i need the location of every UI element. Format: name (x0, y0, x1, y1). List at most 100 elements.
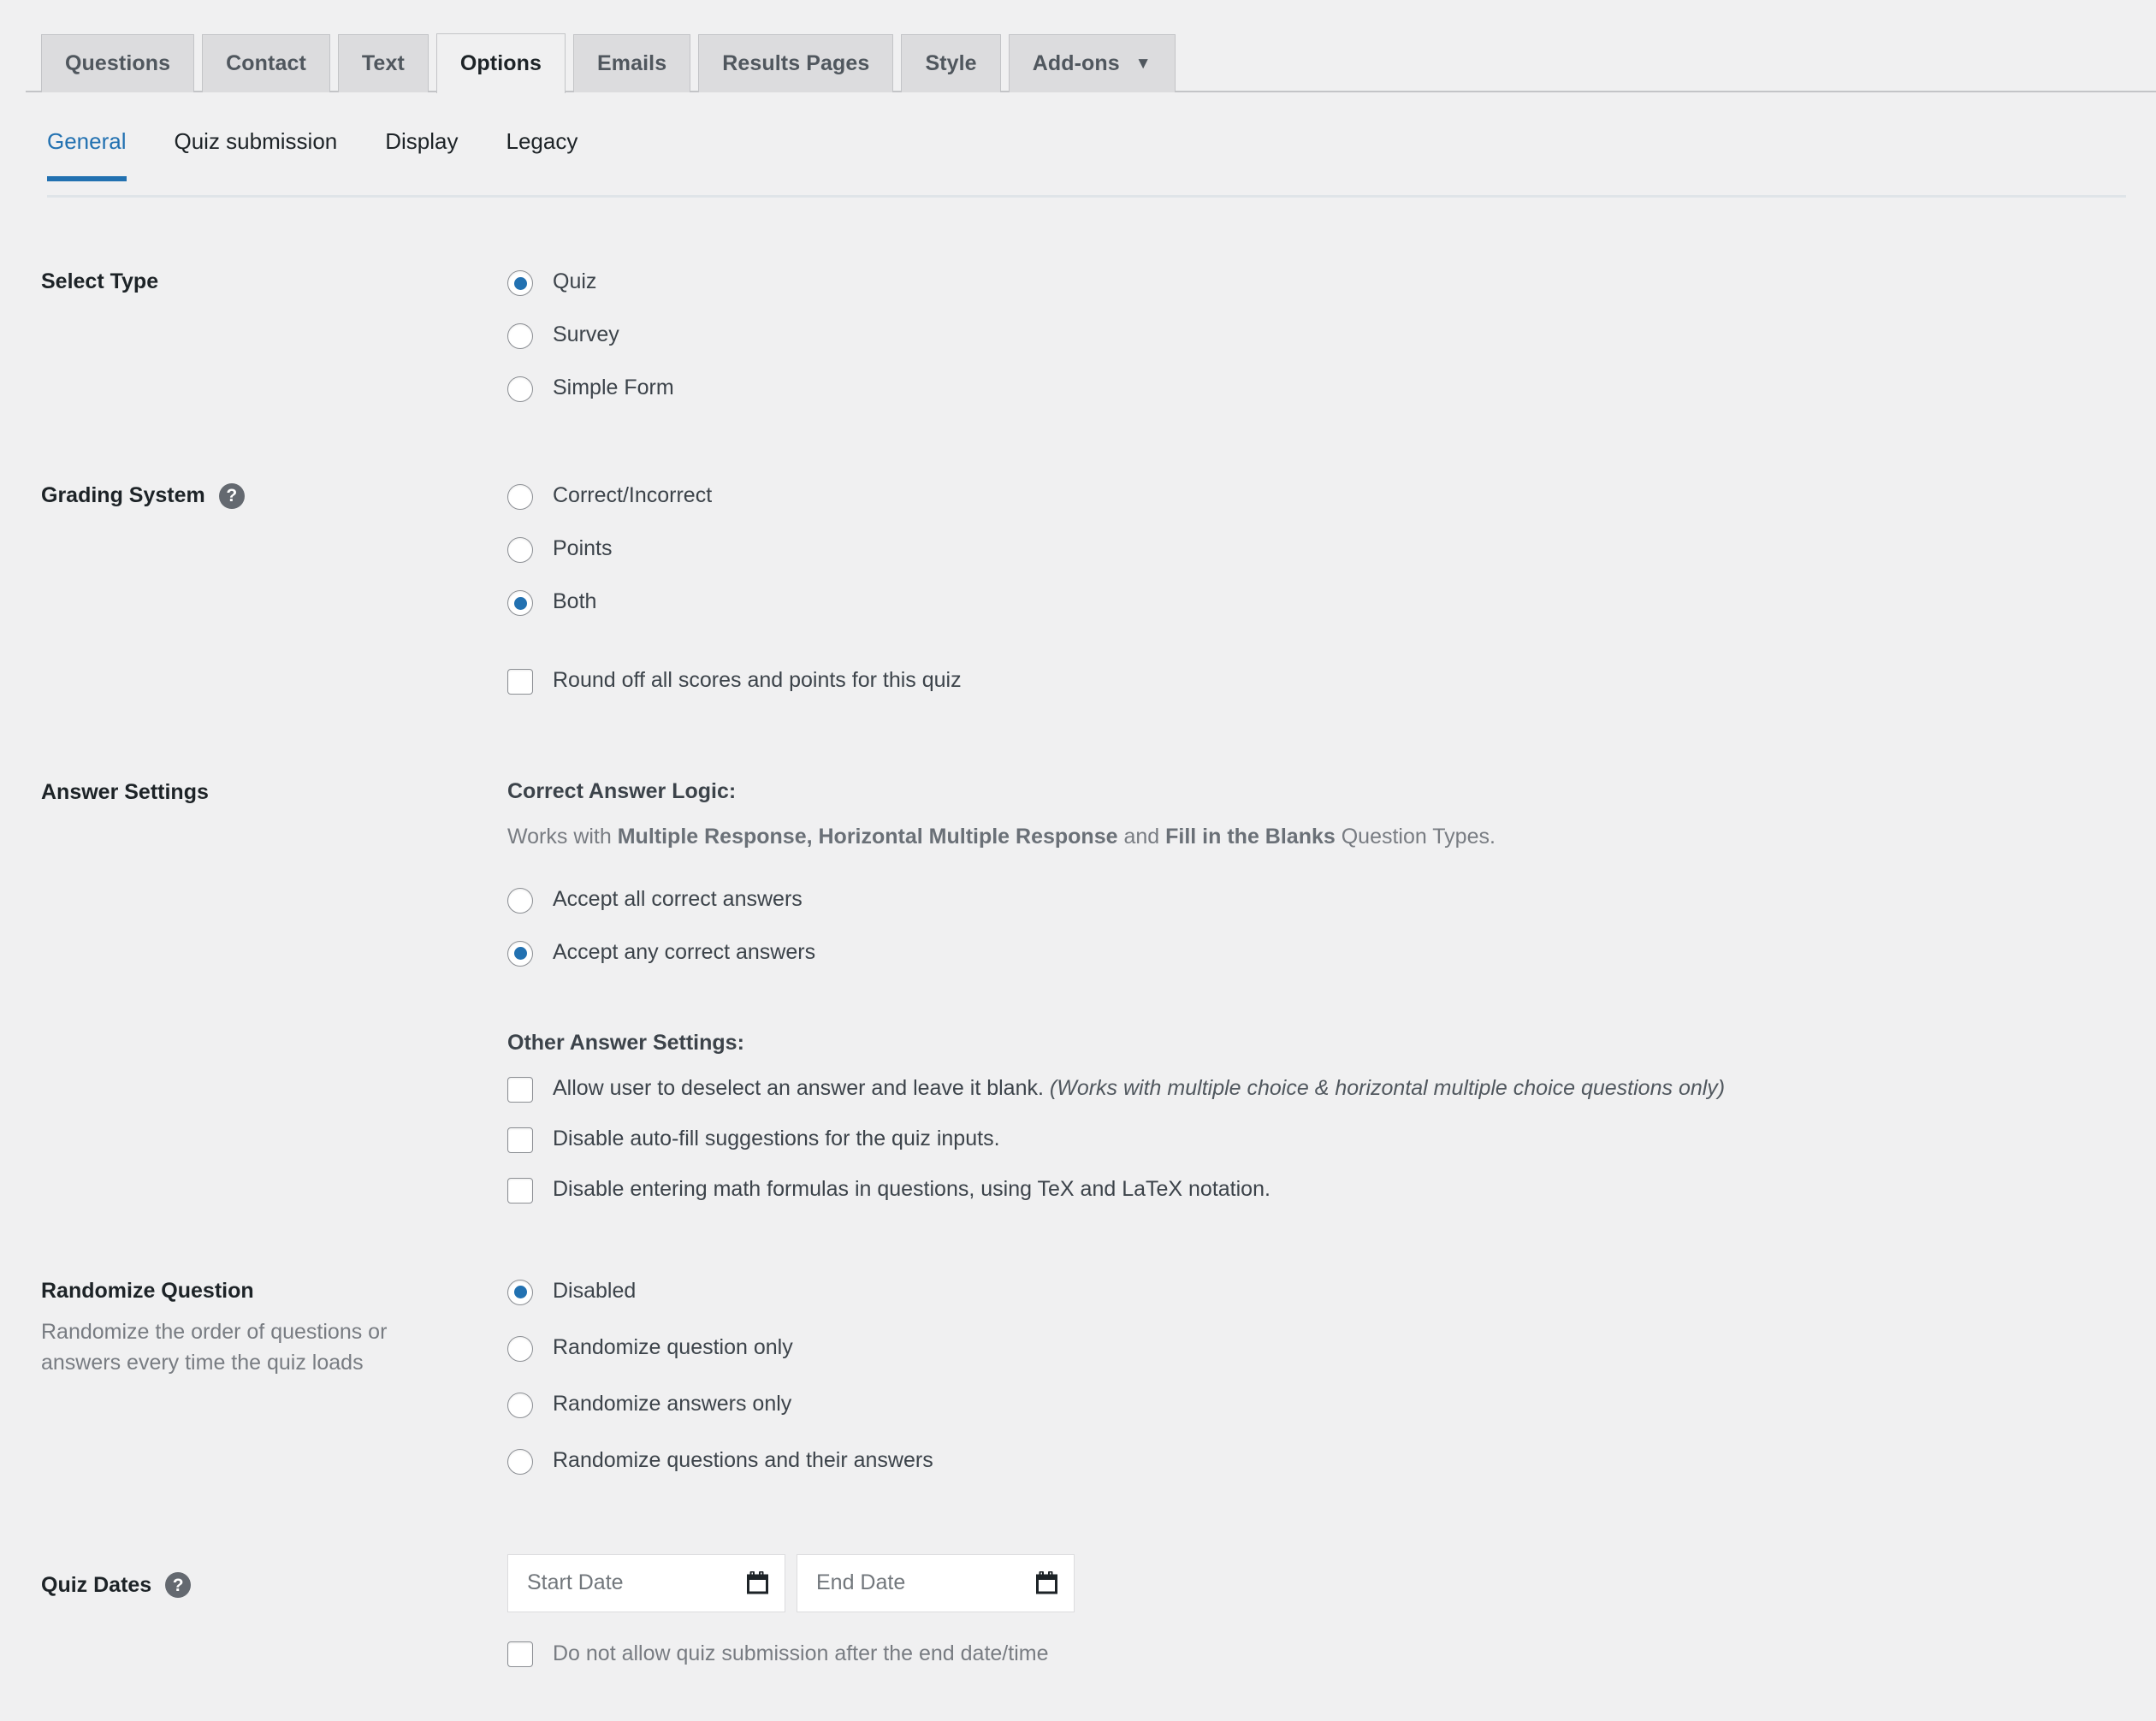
tab-emails[interactable]: Emails (573, 34, 691, 92)
checkbox-no-submission-after-end[interactable]: Do not allow quiz submission after the e… (507, 1640, 2156, 1668)
answer-settings-label-cell: Answer Settings (41, 778, 507, 806)
radio-option-randomize-questions-and-answers[interactable]: Randomize questions and their answers (507, 1446, 2156, 1475)
row-select-type: Select Type Quiz Survey Simple Form (0, 267, 2156, 402)
radio-option-quiz[interactable]: Quiz (507, 268, 2156, 296)
radio-option-both[interactable]: Both (507, 588, 2156, 616)
radio-icon[interactable] (507, 376, 533, 402)
checkbox-text: Allow user to deselect an answer and lea… (553, 1075, 1044, 1100)
radio-option-disabled[interactable]: Disabled (507, 1277, 2156, 1305)
end-date-placeholder: End Date (816, 1570, 906, 1594)
radio-option-survey[interactable]: Survey (507, 321, 2156, 349)
randomize-options: Disabled Randomize question only Randomi… (507, 1276, 2156, 1475)
calendar-icon[interactable] (1036, 1570, 1058, 1595)
tab-style[interactable]: Style (901, 34, 1001, 92)
tab-label: Results Pages (722, 51, 870, 75)
radio-icon[interactable] (507, 484, 533, 510)
primary-tab-bar: Questions Contact Text Options Emails Re… (0, 0, 2156, 93)
checkbox-icon[interactable] (507, 1127, 533, 1153)
note-post: Question Types. (1335, 825, 1496, 849)
checkbox-icon[interactable] (507, 1641, 533, 1667)
radio-icon[interactable] (507, 1448, 533, 1475)
checkbox-icon[interactable] (507, 1076, 533, 1103)
checkbox-allow-deselect-answer[interactable]: Allow user to deselect an answer and lea… (507, 1074, 2156, 1103)
checkbox-label: Disable auto-fill suggestions for the qu… (553, 1126, 1000, 1150)
radio-option-accept-any-correct[interactable]: Accept any correct answers (507, 938, 2156, 967)
options-subnav: General Quiz submission Display Legacy (0, 130, 2156, 216)
subnav-item-display[interactable]: Display (385, 130, 482, 181)
radio-option-simple-form[interactable]: Simple Form (507, 374, 2156, 402)
quiz-dates-title: Quiz Dates (41, 1572, 152, 1597)
radio-label: Points (553, 536, 613, 560)
checkbox-disable-autofill[interactable]: Disable auto-fill suggestions for the qu… (507, 1125, 2156, 1153)
calendar-icon[interactable] (747, 1570, 769, 1595)
checkbox-round-off-scores[interactable]: Round off all scores and points for this… (507, 666, 2156, 695)
radio-option-randomize-answers-only[interactable]: Randomize answers only (507, 1390, 2156, 1418)
radio-option-accept-all-correct[interactable]: Accept all correct answers (507, 885, 2156, 914)
tab-label: Style (925, 51, 977, 75)
tab-questions[interactable]: Questions (41, 34, 195, 92)
tab-options[interactable]: Options (435, 33, 566, 93)
row-answer-settings: Answer Settings Correct Answer Logic: Wo… (0, 778, 2156, 1204)
subnav-item-legacy[interactable]: Legacy (506, 130, 601, 181)
subnav-item-quiz-submission[interactable]: Quiz submission (175, 130, 362, 181)
subnav-divider (47, 195, 2126, 198)
randomize-title: Randomize Question (41, 1278, 254, 1303)
checkbox-disable-math-formulas[interactable]: Disable entering math formulas in questi… (507, 1175, 2156, 1204)
tab-label: Contact (226, 51, 306, 75)
radio-icon[interactable] (507, 887, 533, 914)
help-icon[interactable]: ? (218, 482, 245, 509)
randomize-label-cell: Randomize Question Randomize the order o… (41, 1276, 507, 1379)
note-pre: Works with (507, 825, 618, 849)
start-date-placeholder: Start Date (527, 1570, 624, 1594)
radio-icon[interactable] (507, 537, 533, 563)
date-inputs: Start Date End Date (507, 1553, 2156, 1612)
checkbox-note: (Works with multiple choice & horizontal… (1049, 1075, 1726, 1100)
radio-icon[interactable] (507, 270, 533, 296)
subnav-label: Legacy (506, 128, 578, 154)
row-quiz-dates: Quiz Dates ? Start Date End Date Do not … (0, 1553, 2156, 1668)
tab-results-pages[interactable]: Results Pages (698, 34, 894, 92)
radio-option-correct-incorrect[interactable]: Correct/Incorrect (507, 482, 2156, 510)
tab-label: Questions (65, 51, 171, 75)
radio-option-randomize-questions-only[interactable]: Randomize question only (507, 1334, 2156, 1362)
note-mid: and (1117, 825, 1166, 849)
radio-icon[interactable] (507, 1392, 533, 1418)
start-date-input[interactable]: Start Date (507, 1553, 785, 1612)
radio-icon[interactable] (507, 590, 533, 616)
grading-system-label-cell: Grading System ? (41, 481, 507, 509)
subnav-label: General (47, 128, 127, 154)
answer-settings-options: Correct Answer Logic: Works with Multipl… (507, 778, 2156, 1204)
tab-contact[interactable]: Contact (202, 34, 330, 92)
radio-label: Quiz (553, 269, 597, 293)
select-type-title: Select Type (41, 269, 159, 293)
note-bold-1: Multiple Response, Horizontal Multiple R… (617, 825, 1118, 849)
tab-text[interactable]: Text (337, 34, 429, 92)
end-date-input[interactable]: End Date (797, 1553, 1075, 1612)
randomize-description: Randomize the order of questions or answ… (41, 1319, 388, 1375)
radio-icon[interactable] (507, 940, 533, 967)
radio-icon[interactable] (507, 323, 533, 349)
correct-answer-logic-heading: Correct Answer Logic: (507, 779, 737, 803)
row-grading-system: Grading System ? Correct/Incorrect Point… (0, 481, 2156, 695)
options-general-form: Select Type Quiz Survey Simple Form Grad… (0, 216, 2156, 1667)
radio-label: Randomize answers only (553, 1391, 792, 1416)
checkbox-icon[interactable] (507, 1177, 533, 1204)
quiz-dates-label-cell: Quiz Dates ? (41, 1553, 507, 1599)
answer-settings-title: Answer Settings (41, 780, 209, 804)
radio-icon[interactable] (507, 1279, 533, 1305)
radio-label: Accept any correct answers (553, 939, 816, 964)
checkbox-label: Do not allow quiz submission after the e… (553, 1641, 1049, 1665)
grading-system-options: Correct/Incorrect Points Both Round off … (507, 481, 2156, 695)
note-bold-2: Fill in the Blanks (1165, 825, 1336, 849)
row-randomize-question: Randomize Question Randomize the order o… (0, 1276, 2156, 1475)
radio-option-points[interactable]: Points (507, 535, 2156, 563)
tab-add-ons[interactable]: Add-ons ▼ (1008, 34, 1176, 92)
select-type-label-cell: Select Type (41, 267, 507, 295)
select-type-options: Quiz Survey Simple Form (507, 267, 2156, 402)
radio-icon[interactable] (507, 1335, 533, 1362)
correct-answer-logic-note: Works with Multiple Response, Horizontal… (507, 823, 2156, 851)
help-icon[interactable]: ? (165, 1572, 192, 1599)
subnav-item-general[interactable]: General (47, 130, 151, 181)
checkbox-icon[interactable] (507, 669, 533, 695)
